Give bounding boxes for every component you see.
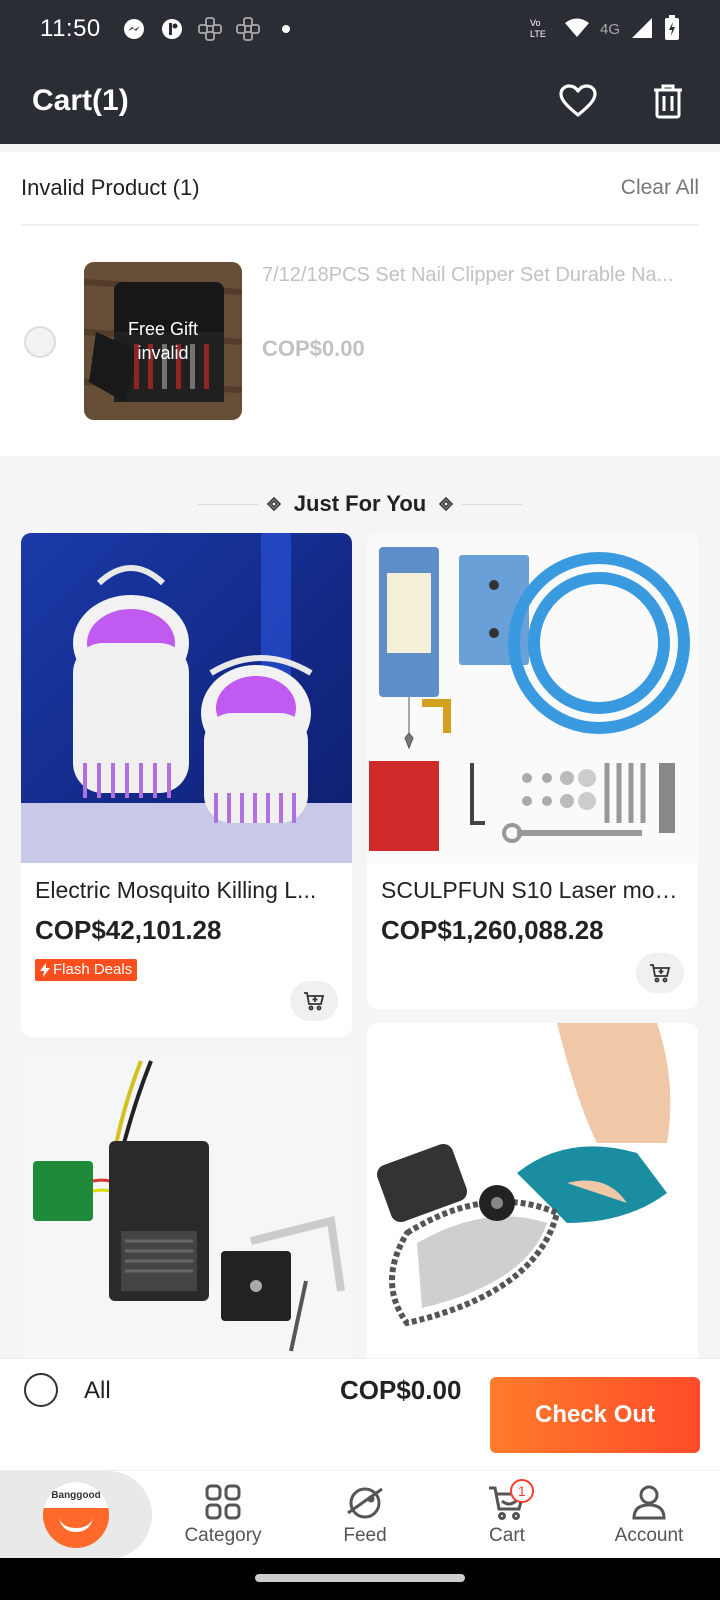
checkout-button[interactable]: Check Out xyxy=(490,1377,700,1453)
overlay-line-2: invalid xyxy=(137,343,189,363)
invalid-header: Invalid Product (1) Clear All xyxy=(21,152,699,226)
delete-button[interactable] xyxy=(648,81,688,121)
product-card[interactable]: Electric Mosquito Killing L... COP$42,10… xyxy=(21,533,352,1037)
notification-icons xyxy=(121,16,299,42)
feed-icon xyxy=(347,1487,383,1518)
status-time: 11:50 xyxy=(40,15,101,42)
svg-text:LTE: LTE xyxy=(530,29,546,39)
checkout-bar: All COP$0.00 Check Out xyxy=(0,1358,720,1470)
product-price: COP$1,260,088.28 xyxy=(381,915,604,945)
logo-text: Banggood xyxy=(43,1482,109,1508)
divider xyxy=(197,503,258,505)
volte-icon: Vo LTE xyxy=(528,16,554,43)
invalid-item-price: COP$0.00 xyxy=(262,336,365,361)
game-notification-icon xyxy=(197,16,223,42)
app-header: Cart(1) xyxy=(0,58,720,144)
invalid-title: Invalid Product (1) xyxy=(21,175,200,200)
product-image[interactable] xyxy=(21,1051,352,1381)
account-icon xyxy=(632,1485,666,1519)
divider xyxy=(462,503,523,505)
product-name[interactable]: Electric Mosquito Killing L... xyxy=(35,877,338,904)
svg-text:Vo: Vo xyxy=(530,18,541,28)
banggood-logo: Banggood xyxy=(43,1482,109,1548)
product-image[interactable] xyxy=(367,1023,698,1381)
logo-smile xyxy=(59,1516,93,1532)
nav-cart-label: Cart xyxy=(489,1524,525,1546)
cart-add-icon xyxy=(304,992,325,1011)
overlay-line-1: Free Gift xyxy=(127,319,198,339)
product-card[interactable]: SCULPFUN S10 Laser mod... COP$1,260,088.… xyxy=(367,533,698,1009)
product-image[interactable] xyxy=(367,533,698,863)
just-for-you-heading: Just For You xyxy=(0,488,720,520)
signal-icon xyxy=(630,17,654,42)
product-price: COP$42,101.28 xyxy=(35,915,222,945)
invalid-products-section: Invalid Product (1) Clear All Free Gift … xyxy=(0,152,720,456)
flash-deals-badge: Flash Deals xyxy=(35,959,138,981)
home-indicator[interactable] xyxy=(255,1574,465,1582)
heart-icon xyxy=(559,84,597,117)
more-dot-icon xyxy=(273,16,299,42)
nav-feed[interactable]: Feed xyxy=(294,1471,436,1558)
nav-category-label: Category xyxy=(184,1524,262,1546)
product-card[interactable] xyxy=(367,1023,698,1381)
nav-account-label: Account xyxy=(614,1524,684,1546)
messenger-icon xyxy=(121,16,147,42)
nav-home[interactable]: Banggood xyxy=(0,1471,152,1559)
game-notification-icon-2 xyxy=(235,16,261,42)
trash-icon xyxy=(654,84,682,119)
product-name[interactable]: SCULPFUN S10 Laser mod... xyxy=(381,877,684,904)
select-all-checkbox[interactable] xyxy=(24,1373,58,1407)
nav-feed-label: Feed xyxy=(343,1524,387,1546)
nav-account[interactable]: Account xyxy=(578,1471,720,1558)
wifi-icon xyxy=(564,17,590,42)
nav-category[interactable]: Category xyxy=(152,1471,294,1558)
invalid-item-image[interactable]: Free Gift invalid xyxy=(84,262,242,420)
system-nav-bar xyxy=(0,1558,720,1600)
total-price: COP$0.00 xyxy=(340,1375,462,1405)
invalid-item-name[interactable]: 7/12/18PCS Set Nail Clipper Set Durable … xyxy=(262,264,702,287)
clear-all-button[interactable]: Clear All xyxy=(621,176,699,200)
product-image[interactable] xyxy=(21,533,352,863)
category-icon xyxy=(205,1484,241,1519)
cart-count-badge: 1 xyxy=(509,1479,534,1503)
nav-cart[interactable]: Cart 1 xyxy=(436,1471,578,1558)
add-to-cart-button[interactable] xyxy=(636,953,684,993)
battery-icon xyxy=(664,14,680,44)
diamond-icon xyxy=(439,497,454,511)
product-card[interactable] xyxy=(21,1051,352,1381)
app-notification-icon xyxy=(159,16,185,42)
add-to-cart-button[interactable] xyxy=(290,981,338,1021)
system-status-icons: Vo LTE 4G xyxy=(528,14,680,44)
flash-deals-label: Flash Deals xyxy=(53,961,133,978)
lightning-icon xyxy=(40,963,50,977)
bottom-nav: Banggood Category Feed Cart 1 Account xyxy=(0,1470,720,1559)
just-for-you-title: Just For You xyxy=(293,491,427,516)
select-all-label[interactable]: All xyxy=(84,1377,111,1405)
network-type: 4G xyxy=(599,20,620,38)
page-title: Cart(1) xyxy=(32,84,129,117)
invalid-item-checkbox[interactable] xyxy=(24,326,56,358)
status-bar: 11:50 Vo LTE 4G xyxy=(0,0,720,58)
free-gift-overlay: Free Gift invalid xyxy=(84,262,242,420)
diamond-icon xyxy=(266,497,281,511)
cart-add-icon xyxy=(650,964,671,983)
wishlist-button[interactable] xyxy=(558,81,598,121)
